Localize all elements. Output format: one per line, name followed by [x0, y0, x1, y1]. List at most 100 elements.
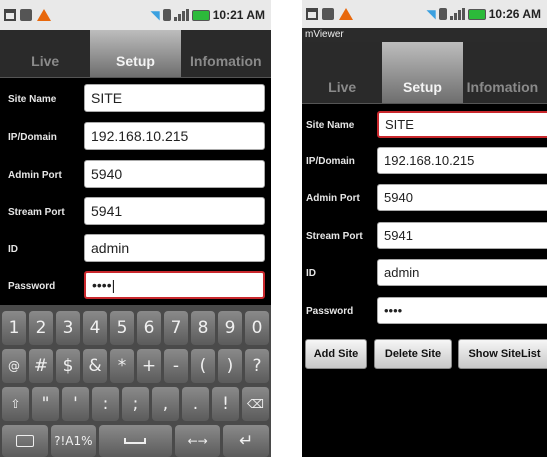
ip-domain-label: IP/Domain [8, 132, 57, 143]
site-name-label: Site Name [8, 94, 57, 105]
key-5[interactable]: 5 [110, 311, 134, 345]
sd-card-icon [322, 8, 334, 20]
status-time: 10:26 AM [488, 7, 541, 21]
wifi-icon: ◥ [426, 7, 436, 21]
key-comma[interactable]: , [152, 387, 179, 421]
id-input[interactable]: admin [84, 234, 265, 262]
tab-bar: Live Setup Infomation [0, 30, 271, 78]
ip-domain-label: IP/Domain [306, 156, 355, 167]
ip-domain-input[interactable]: 192.168.10.215 [84, 122, 265, 150]
password-row: Password •••• [302, 297, 547, 324]
tab-setup[interactable]: Setup [382, 42, 463, 103]
key-colon[interactable]: : [92, 387, 119, 421]
key-2[interactable]: 2 [29, 311, 53, 345]
backspace-key[interactable]: ⌫ [242, 387, 269, 421]
key-1[interactable]: 1 [2, 311, 26, 345]
key-hash[interactable]: # [29, 349, 53, 383]
tab-live[interactable]: Live [302, 42, 382, 103]
stream-port-label: Stream Port [306, 231, 363, 242]
tab-setup[interactable]: Setup [90, 30, 181, 77]
shift-key[interactable]: ⇧ [2, 387, 29, 421]
key-asterisk[interactable]: * [110, 349, 134, 383]
storage-icon [162, 9, 171, 21]
signal-icon [173, 9, 189, 21]
space-icon [124, 438, 147, 444]
key-semicolon[interactable]: ; [122, 387, 149, 421]
add-site-button[interactable]: Add Site [305, 339, 367, 369]
key-8[interactable]: 8 [191, 311, 215, 345]
id-row: ID admin [302, 259, 547, 286]
key-9[interactable]: 9 [218, 311, 242, 345]
site-name-label: Site Name [306, 120, 355, 131]
admin-port-label: Admin Port [8, 170, 62, 181]
key-3[interactable]: 3 [56, 311, 80, 345]
key-minus[interactable]: - [164, 349, 188, 383]
battery-icon [191, 9, 210, 21]
tab-infomation[interactable]: Infomation [181, 30, 271, 77]
tab-infomation[interactable]: Infomation [463, 42, 547, 103]
key-0[interactable]: 0 [245, 311, 269, 345]
space-key[interactable] [99, 425, 172, 457]
password-label: Password [306, 306, 354, 317]
stream-port-input[interactable]: 5941 [377, 222, 547, 249]
delete-site-button[interactable]: Delete Site [374, 339, 452, 369]
id-label: ID [306, 268, 316, 279]
password-input[interactable]: •••• [377, 297, 547, 324]
key-open-paren[interactable]: ( [191, 349, 215, 383]
key-6[interactable]: 6 [137, 311, 161, 345]
mode-switch-key[interactable]: ?!A1% [50, 425, 97, 457]
usb-icon [4, 9, 16, 21]
key-dollar[interactable]: $ [56, 349, 80, 383]
warning-icon [339, 8, 353, 20]
app-title: mViewer [302, 28, 547, 42]
stream-port-label: Stream Port [8, 207, 65, 218]
site-name-input[interactable]: SITE [84, 84, 265, 112]
enter-key[interactable]: ↵ [223, 425, 269, 457]
key-period[interactable]: . [182, 387, 209, 421]
key-4[interactable]: 4 [83, 311, 107, 345]
admin-port-row: Admin Port 5940 [302, 184, 547, 211]
key-question[interactable]: ? [245, 349, 269, 383]
key-single-quote[interactable]: ' [62, 387, 89, 421]
tab-bar: Live Setup Infomation [302, 42, 547, 104]
soft-keyboard: 1 2 3 4 5 6 7 8 9 0 @ # $ & * + - ( ) ? … [0, 305, 271, 457]
key-7[interactable]: 7 [164, 311, 188, 345]
status-time: 10:21 AM [212, 8, 265, 22]
ip-domain-row: IP/Domain 192.168.10.215 [302, 147, 547, 174]
arrow-keys[interactable]: ←→ [174, 425, 221, 457]
keyboard-row-bottom: ?!A1% ←→ ↵ [2, 425, 269, 457]
password-input[interactable]: ••••| [84, 271, 265, 299]
key-at[interactable]: @ [2, 349, 26, 383]
keyboard-settings-key[interactable] [2, 425, 48, 457]
password-row: Password ••••| [0, 271, 271, 299]
stream-port-row: Stream Port 5941 [302, 222, 547, 249]
site-name-row: Site Name SITE [0, 84, 271, 112]
key-double-quote[interactable]: " [32, 387, 59, 421]
admin-port-input[interactable]: 5940 [84, 160, 265, 188]
keyboard-row-symbols-2: ⇧ " ' : ; , . ! ⌫ [2, 387, 269, 421]
sd-card-icon [20, 9, 32, 21]
keyboard-row-numbers: 1 2 3 4 5 6 7 8 9 0 [2, 311, 269, 345]
keyboard-row-symbols-1: @ # $ & * + - ( ) ? [2, 349, 269, 383]
status-bar: ◥ 10:26 AM [302, 0, 547, 28]
stream-port-input[interactable]: 5941 [84, 197, 265, 225]
ip-domain-input[interactable]: 192.168.10.215 [377, 147, 547, 174]
key-plus[interactable]: + [137, 349, 161, 383]
battery-icon [467, 8, 486, 20]
show-sitelist-button[interactable]: Show SiteList [458, 339, 547, 369]
id-row: ID admin [0, 234, 271, 262]
site-name-input[interactable]: SITE [377, 111, 547, 138]
storage-icon [438, 8, 447, 20]
key-exclamation[interactable]: ! [212, 387, 239, 421]
stream-port-row: Stream Port 5941 [0, 197, 271, 225]
tab-live[interactable]: Live [0, 30, 90, 77]
key-close-paren[interactable]: ) [218, 349, 242, 383]
key-ampersand[interactable]: & [83, 349, 107, 383]
signal-icon [449, 8, 465, 20]
phone-screen-left: ◥ 10:21 AM Live Setup Infomation Site Na… [0, 0, 271, 457]
keyboard-icon [15, 435, 34, 447]
id-input[interactable]: admin [377, 259, 547, 286]
warning-icon [37, 9, 51, 21]
admin-port-input[interactable]: 5940 [377, 184, 547, 211]
site-name-row: Site Name SITE [302, 111, 547, 138]
